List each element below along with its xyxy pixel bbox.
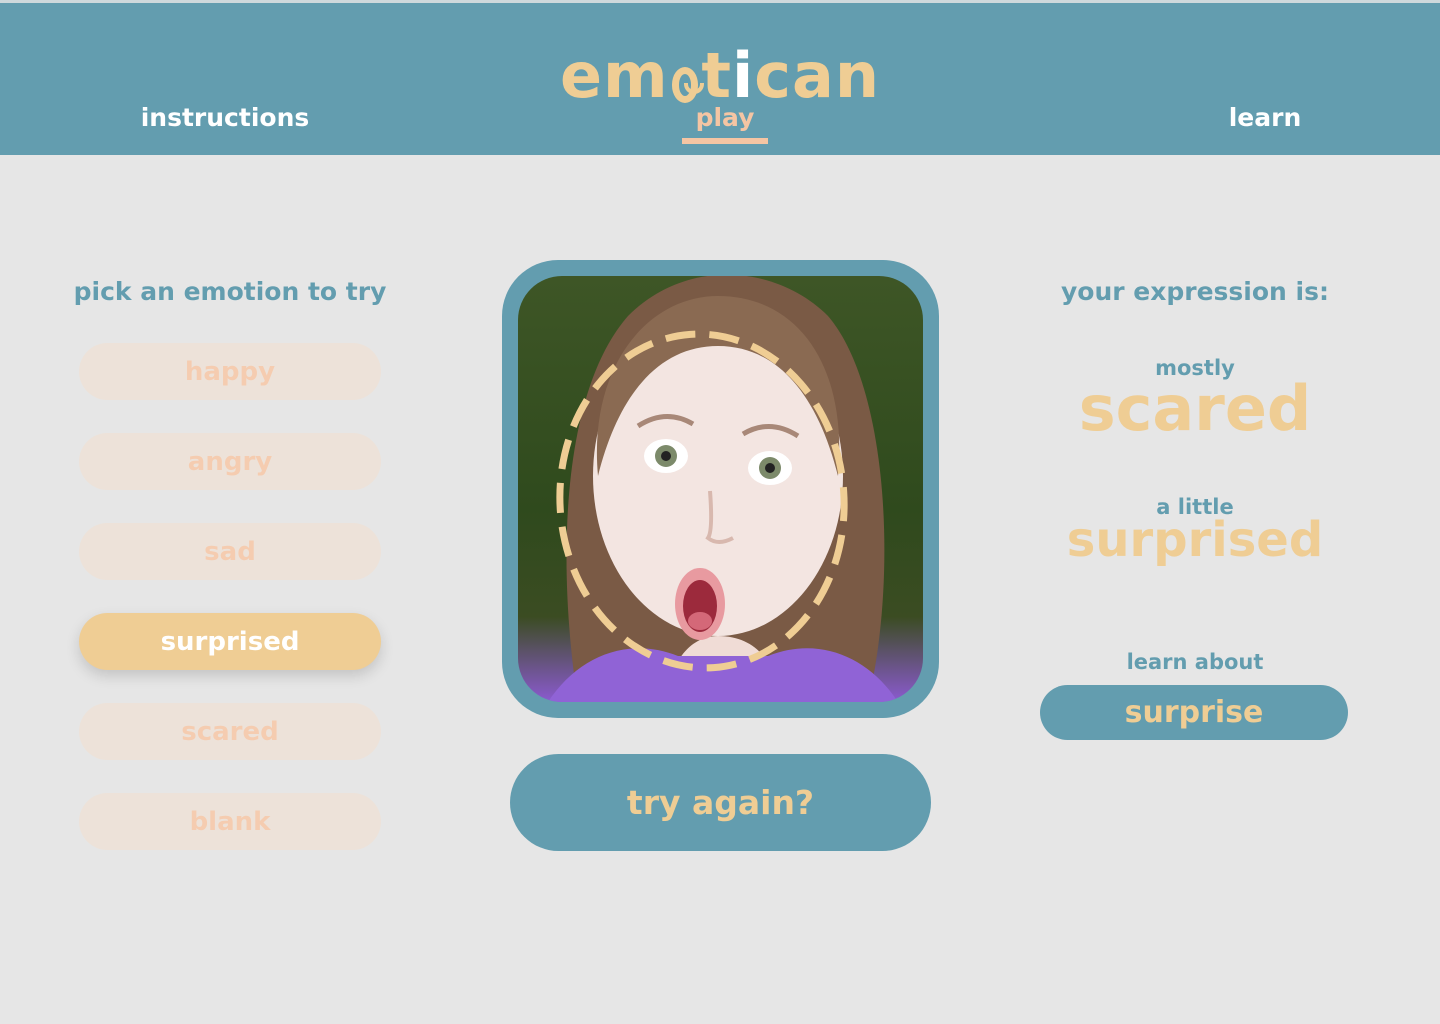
- expression-result-title: your expression is:: [1060, 277, 1330, 306]
- nav-learn[interactable]: learn: [1200, 103, 1330, 132]
- nav-play[interactable]: play: [682, 103, 768, 144]
- try-again-button[interactable]: try again?: [510, 754, 931, 851]
- face-photo-illustration: [548, 276, 898, 702]
- primary-emotion: scared: [1078, 372, 1312, 445]
- camera-frame: [502, 260, 939, 718]
- emotion-button-happy[interactable]: happy: [79, 343, 381, 400]
- secondary-emotion: surprised: [1066, 512, 1324, 568]
- emotion-button-scared[interactable]: scared: [79, 703, 381, 760]
- learn-about-label: learn about: [1126, 650, 1264, 674]
- logo-smiley-icon: [671, 67, 704, 103]
- emotion-button-sad[interactable]: sad: [79, 523, 381, 580]
- camera-photo: [518, 276, 923, 702]
- logo-text-i: i: [732, 39, 755, 112]
- logo-text-t: t: [701, 39, 732, 112]
- emotion-button-angry[interactable]: angry: [79, 433, 381, 490]
- emotion-picker-title: pick an emotion to try: [73, 277, 387, 306]
- emotion-button-blank[interactable]: blank: [79, 793, 381, 850]
- emotican-logo: em t i can: [560, 31, 880, 107]
- logo-text-can: can: [754, 39, 880, 112]
- top-nav-bar: em t i can instructions play learn: [0, 0, 1440, 155]
- emotion-button-surprised[interactable]: surprised: [79, 613, 381, 670]
- logo-text-em: em: [560, 39, 669, 112]
- learn-about-surprise-button[interactable]: surprise: [1040, 685, 1348, 740]
- nav-instructions[interactable]: instructions: [120, 103, 330, 132]
